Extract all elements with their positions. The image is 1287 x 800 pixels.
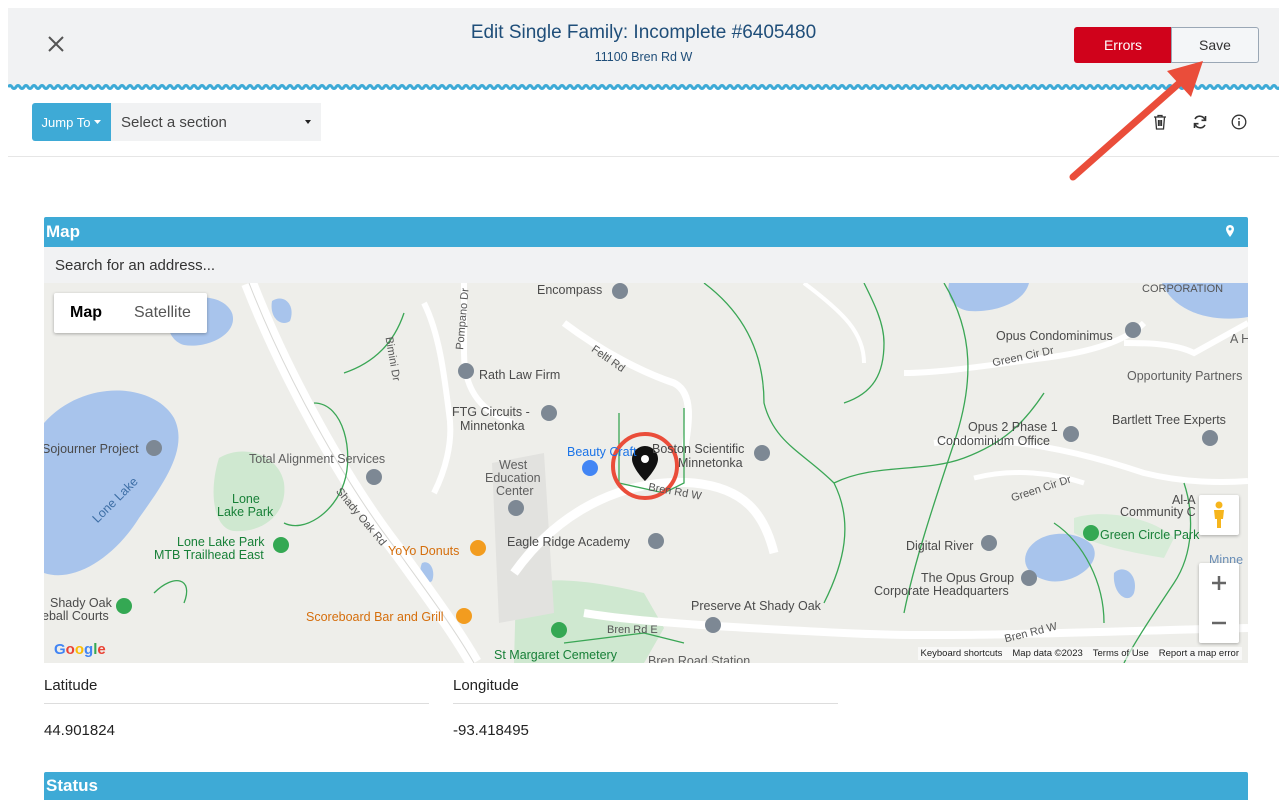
map-label: Corporate Headquarters — [874, 584, 1009, 598]
map-section-title: Map — [46, 222, 80, 241]
street-view-pegman-button[interactable] — [1199, 495, 1239, 535]
caret-down-icon — [94, 119, 102, 124]
map-section-header: Map — [44, 217, 1248, 247]
map-label: Bartlett Tree Experts — [1112, 413, 1226, 427]
terms-link[interactable]: Terms of Use — [1093, 648, 1149, 659]
save-button[interactable]: Save — [1171, 27, 1259, 63]
map-label: Center — [496, 484, 534, 498]
map-label: Boston Scientific — [652, 442, 745, 456]
map-label: Scoreboard Bar and Grill — [306, 610, 444, 624]
map-label: Green Circle Park — [1100, 528, 1200, 542]
edit-header: Edit Single Family: Incomplete #6405480 … — [8, 8, 1279, 86]
map-label: Community C — [1120, 505, 1196, 519]
plus-icon — [1212, 576, 1226, 590]
zoom-out-button[interactable] — [1199, 603, 1239, 643]
map-label: Minnetonka — [460, 419, 525, 433]
map-type-map-button[interactable]: Map — [54, 293, 118, 333]
map-label: Preserve At Shady Oak — [691, 599, 821, 613]
map-label: Bren Road Station — [648, 654, 751, 663]
jump-to-label: Jump To — [41, 114, 91, 130]
map-label: CORPORATION — [1142, 283, 1224, 295]
map-canvas[interactable]: Map Satellite Encompass CORPORATION Opus… — [44, 283, 1248, 663]
map-pin-icon — [1226, 225, 1234, 237]
map-data-credit: Map data ©2023 — [1012, 648, 1083, 659]
section-select-value: Select a section — [121, 113, 227, 131]
pegman-icon — [1214, 501, 1224, 528]
map-label: MTB Trailhead East — [154, 548, 264, 562]
toolbar-divider — [8, 156, 1279, 157]
map-label: Opus 2 Phase 1 — [968, 420, 1058, 434]
trash-icon[interactable] — [1149, 111, 1171, 133]
latitude-label: Latitude — [44, 677, 98, 694]
chevron-down-icon — [305, 120, 311, 124]
map-label: Minnetonka — [678, 456, 743, 470]
map-label: FTG Circuits - — [452, 405, 530, 419]
refresh-icon[interactable] — [1189, 111, 1211, 133]
map-label: Eagle Ridge Academy — [507, 535, 630, 549]
longitude-label: Longitude — [453, 677, 519, 694]
map-label: Beauty Craft — [567, 445, 637, 459]
map-label: West — [499, 458, 528, 472]
map-label: Opus Condominimus — [996, 329, 1113, 343]
map-label: Condominium Office — [937, 434, 1051, 448]
map-label: Opportunity Partners — [1127, 369, 1243, 383]
map-label: Encompass — [537, 283, 603, 297]
latitude-value[interactable]: 44.901824 — [44, 722, 115, 739]
map-label: Shady Oak — [50, 596, 112, 610]
map-label: Digital River — [906, 539, 974, 553]
status-section-title: Status — [46, 776, 98, 795]
zoom-control — [1199, 563, 1239, 643]
map-label: A H — [1230, 332, 1248, 346]
address-search-input[interactable]: Search for an address... — [44, 247, 1248, 283]
map-label: Education — [485, 471, 541, 485]
map-label: YoYo Donuts — [388, 544, 460, 558]
report-error-link[interactable]: Report a map error — [1159, 648, 1239, 659]
map-label: Total Alignment Services — [249, 452, 386, 466]
map-label: St Margaret Cemetery — [494, 648, 617, 662]
map-label: Lone Lake Park — [177, 535, 265, 549]
latitude-underline — [44, 703, 429, 704]
map-label: Lone — [232, 492, 260, 506]
map-type-satellite-button[interactable]: Satellite — [118, 293, 207, 333]
status-section-header: Status — [44, 772, 1248, 800]
minus-icon — [1212, 621, 1226, 625]
map-type-control: Map Satellite — [54, 293, 207, 333]
header-wave-divider — [8, 84, 1279, 90]
jump-to-button[interactable]: Jump To — [32, 103, 111, 141]
longitude-underline — [453, 703, 838, 704]
longitude-value[interactable]: -93.418495 — [453, 722, 529, 739]
google-logo: Google — [54, 641, 106, 658]
errors-button[interactable]: Errors — [1074, 27, 1172, 63]
map-footer: Keyboard shortcuts Map data ©2023 Terms … — [917, 647, 1242, 660]
info-icon[interactable] — [1228, 111, 1250, 133]
map-label: Sojourner Project — [44, 442, 139, 456]
map-label: eball Courts — [44, 609, 109, 623]
zoom-in-button[interactable] — [1199, 563, 1239, 603]
map-label: Bren Rd E — [607, 624, 658, 636]
map-label: Lake Park — [217, 505, 274, 519]
keyboard-shortcuts-link[interactable]: Keyboard shortcuts — [921, 648, 1003, 659]
map-label: The Opus Group — [921, 571, 1015, 585]
map-label: Rath Law Firm — [479, 368, 561, 382]
section-select[interactable]: Select a section — [111, 103, 321, 141]
